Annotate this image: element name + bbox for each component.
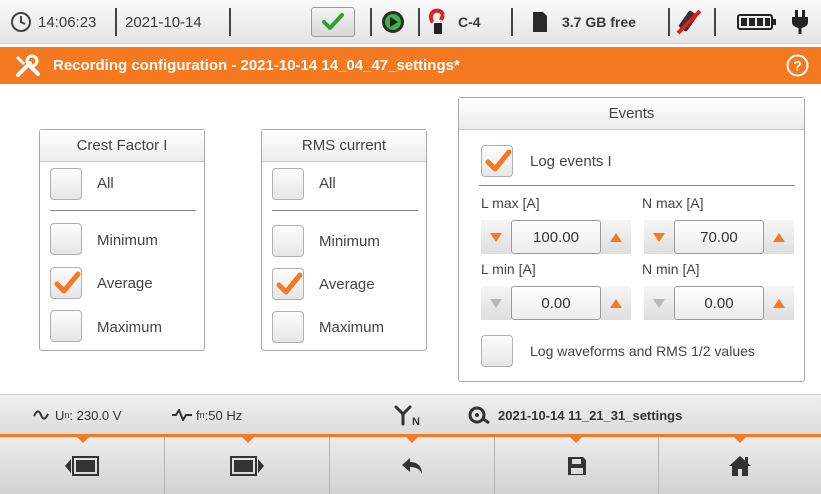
n-min-label: N min [A] bbox=[642, 261, 700, 277]
l-max-label: L max [A] bbox=[481, 195, 540, 211]
help-icon[interactable]: ? bbox=[786, 54, 809, 77]
checkmark-icon bbox=[276, 272, 303, 295]
settings-file-icon bbox=[468, 395, 490, 435]
rms-minimum-label: Minimum bbox=[319, 233, 380, 250]
l-min-decrement-button[interactable] bbox=[481, 286, 511, 320]
memory-card-icon bbox=[531, 0, 549, 44]
rms-current-panel: RMS current All Minimum Average Maximum bbox=[261, 129, 427, 351]
crest-factor-panel: Crest Factor I All Minimum Average Maxim… bbox=[39, 129, 205, 351]
info-bar: Un: 230.0 V f n:50 Hz N 2021-10-14 11_21_… bbox=[0, 394, 821, 434]
recording-play-icon bbox=[380, 0, 406, 44]
crest-minimum-checkbox[interactable] bbox=[50, 223, 82, 255]
ac-wave-icon bbox=[33, 395, 49, 435]
rms-all-label: All bbox=[319, 175, 336, 192]
checkmark-icon bbox=[485, 149, 512, 172]
settings-file-name: 2021-10-14 11_21_31_settings bbox=[498, 407, 683, 423]
log-waveforms-checkbox[interactable] bbox=[481, 335, 513, 367]
l-min-label: L min [A] bbox=[481, 261, 536, 277]
checkmark-icon bbox=[54, 271, 81, 294]
title-bar: Recording configuration - 2021-10-14 14_… bbox=[0, 47, 821, 84]
rms-current-title: RMS current bbox=[262, 130, 426, 162]
l-max-value[interactable]: 100.00 bbox=[511, 220, 601, 254]
screen-right-icon bbox=[230, 455, 264, 476]
check-icon bbox=[322, 13, 344, 30]
divider bbox=[50, 210, 196, 211]
divider bbox=[272, 210, 418, 211]
n-max-spinner: 70.00 bbox=[644, 220, 794, 254]
crest-all-label: All bbox=[97, 175, 114, 192]
log-events-checkbox[interactable] bbox=[481, 145, 513, 177]
l-max-increment-button[interactable] bbox=[601, 220, 631, 254]
rms-average-checkbox[interactable] bbox=[272, 268, 304, 300]
l-min-spinner: 0.00 bbox=[481, 286, 631, 320]
rms-average-label: Average bbox=[319, 276, 375, 293]
nominal-voltage: Un: 230.0 V bbox=[55, 395, 121, 435]
events-title: Events bbox=[459, 98, 804, 130]
status-time: 14:06:23 bbox=[38, 13, 97, 31]
clamp-label: C-4 bbox=[458, 14, 481, 30]
n-min-increment-button[interactable] bbox=[764, 286, 794, 320]
n-max-decrement-button[interactable] bbox=[644, 220, 674, 254]
network-type-icon: N bbox=[393, 395, 423, 435]
log-waveforms-label: Log waveforms and RMS 1/2 values bbox=[530, 343, 755, 359]
status-ok-button[interactable] bbox=[311, 7, 355, 37]
rms-minimum-checkbox[interactable] bbox=[272, 225, 304, 257]
n-max-increment-button[interactable] bbox=[764, 220, 794, 254]
n-max-label: N max [A] bbox=[642, 195, 704, 211]
back-button[interactable] bbox=[330, 437, 494, 494]
log-events-label: Log events I bbox=[530, 153, 612, 170]
l-min-value[interactable]: 0.00 bbox=[511, 286, 601, 320]
rms-all-checkbox[interactable] bbox=[272, 168, 304, 200]
events-panel: Events Log events I L max [A] N max [A] … bbox=[458, 97, 805, 382]
n-min-value[interactable]: 0.00 bbox=[674, 286, 764, 320]
crest-minimum-label: Minimum bbox=[97, 232, 158, 249]
settings-wrench-icon bbox=[14, 53, 42, 79]
screen-left-icon bbox=[65, 455, 99, 476]
crest-all-checkbox[interactable] bbox=[50, 168, 82, 200]
next-screen-button[interactable] bbox=[165, 437, 329, 494]
crest-maximum-label: Maximum bbox=[97, 319, 163, 336]
crest-average-checkbox[interactable] bbox=[50, 267, 82, 299]
svg-text:N: N bbox=[412, 416, 420, 426]
l-min-increment-button[interactable] bbox=[601, 286, 631, 320]
l-max-spinner: 100.00 bbox=[481, 220, 631, 254]
memory-free: 3.7 GB free bbox=[562, 14, 636, 30]
rms-maximum-checkbox[interactable] bbox=[272, 311, 304, 343]
n-min-spinner: 0.00 bbox=[644, 286, 794, 320]
nominal-frequency: f n:50 Hz bbox=[196, 395, 242, 435]
un-value: : 230.0 V bbox=[69, 407, 122, 423]
power-plug-icon bbox=[790, 0, 810, 44]
frequency-wave-icon bbox=[171, 395, 193, 435]
previous-screen-button[interactable] bbox=[0, 437, 164, 494]
bottom-navigation bbox=[0, 434, 821, 494]
crest-average-label: Average bbox=[97, 275, 153, 292]
save-button[interactable] bbox=[495, 437, 658, 494]
l-max-decrement-button[interactable] bbox=[481, 220, 511, 254]
home-icon bbox=[729, 455, 751, 476]
status-date: 2021-10-14 bbox=[125, 13, 202, 31]
home-button[interactable] bbox=[659, 437, 821, 494]
crest-maximum-checkbox[interactable] bbox=[50, 310, 82, 342]
un-prefix: U bbox=[55, 407, 65, 423]
svg-text:?: ? bbox=[793, 58, 802, 74]
usb-disconnected-icon bbox=[674, 0, 704, 44]
battery-icon bbox=[737, 0, 777, 44]
status-bar: 14:06:23 2021-10-14 C-4 3.7 GB free bbox=[0, 0, 821, 44]
clamp-icon bbox=[428, 0, 448, 44]
divider bbox=[479, 185, 795, 186]
n-max-value[interactable]: 70.00 bbox=[674, 220, 764, 254]
rms-maximum-label: Maximum bbox=[319, 319, 385, 336]
clock-icon bbox=[10, 0, 32, 44]
n-min-decrement-button[interactable] bbox=[644, 286, 674, 320]
back-arrow-icon bbox=[402, 457, 422, 474]
fn-value: :50 Hz bbox=[204, 407, 243, 423]
crest-factor-title: Crest Factor I bbox=[40, 130, 204, 162]
page-title: Recording configuration - 2021-10-14 14_… bbox=[53, 57, 460, 74]
save-disk-icon bbox=[567, 456, 586, 475]
